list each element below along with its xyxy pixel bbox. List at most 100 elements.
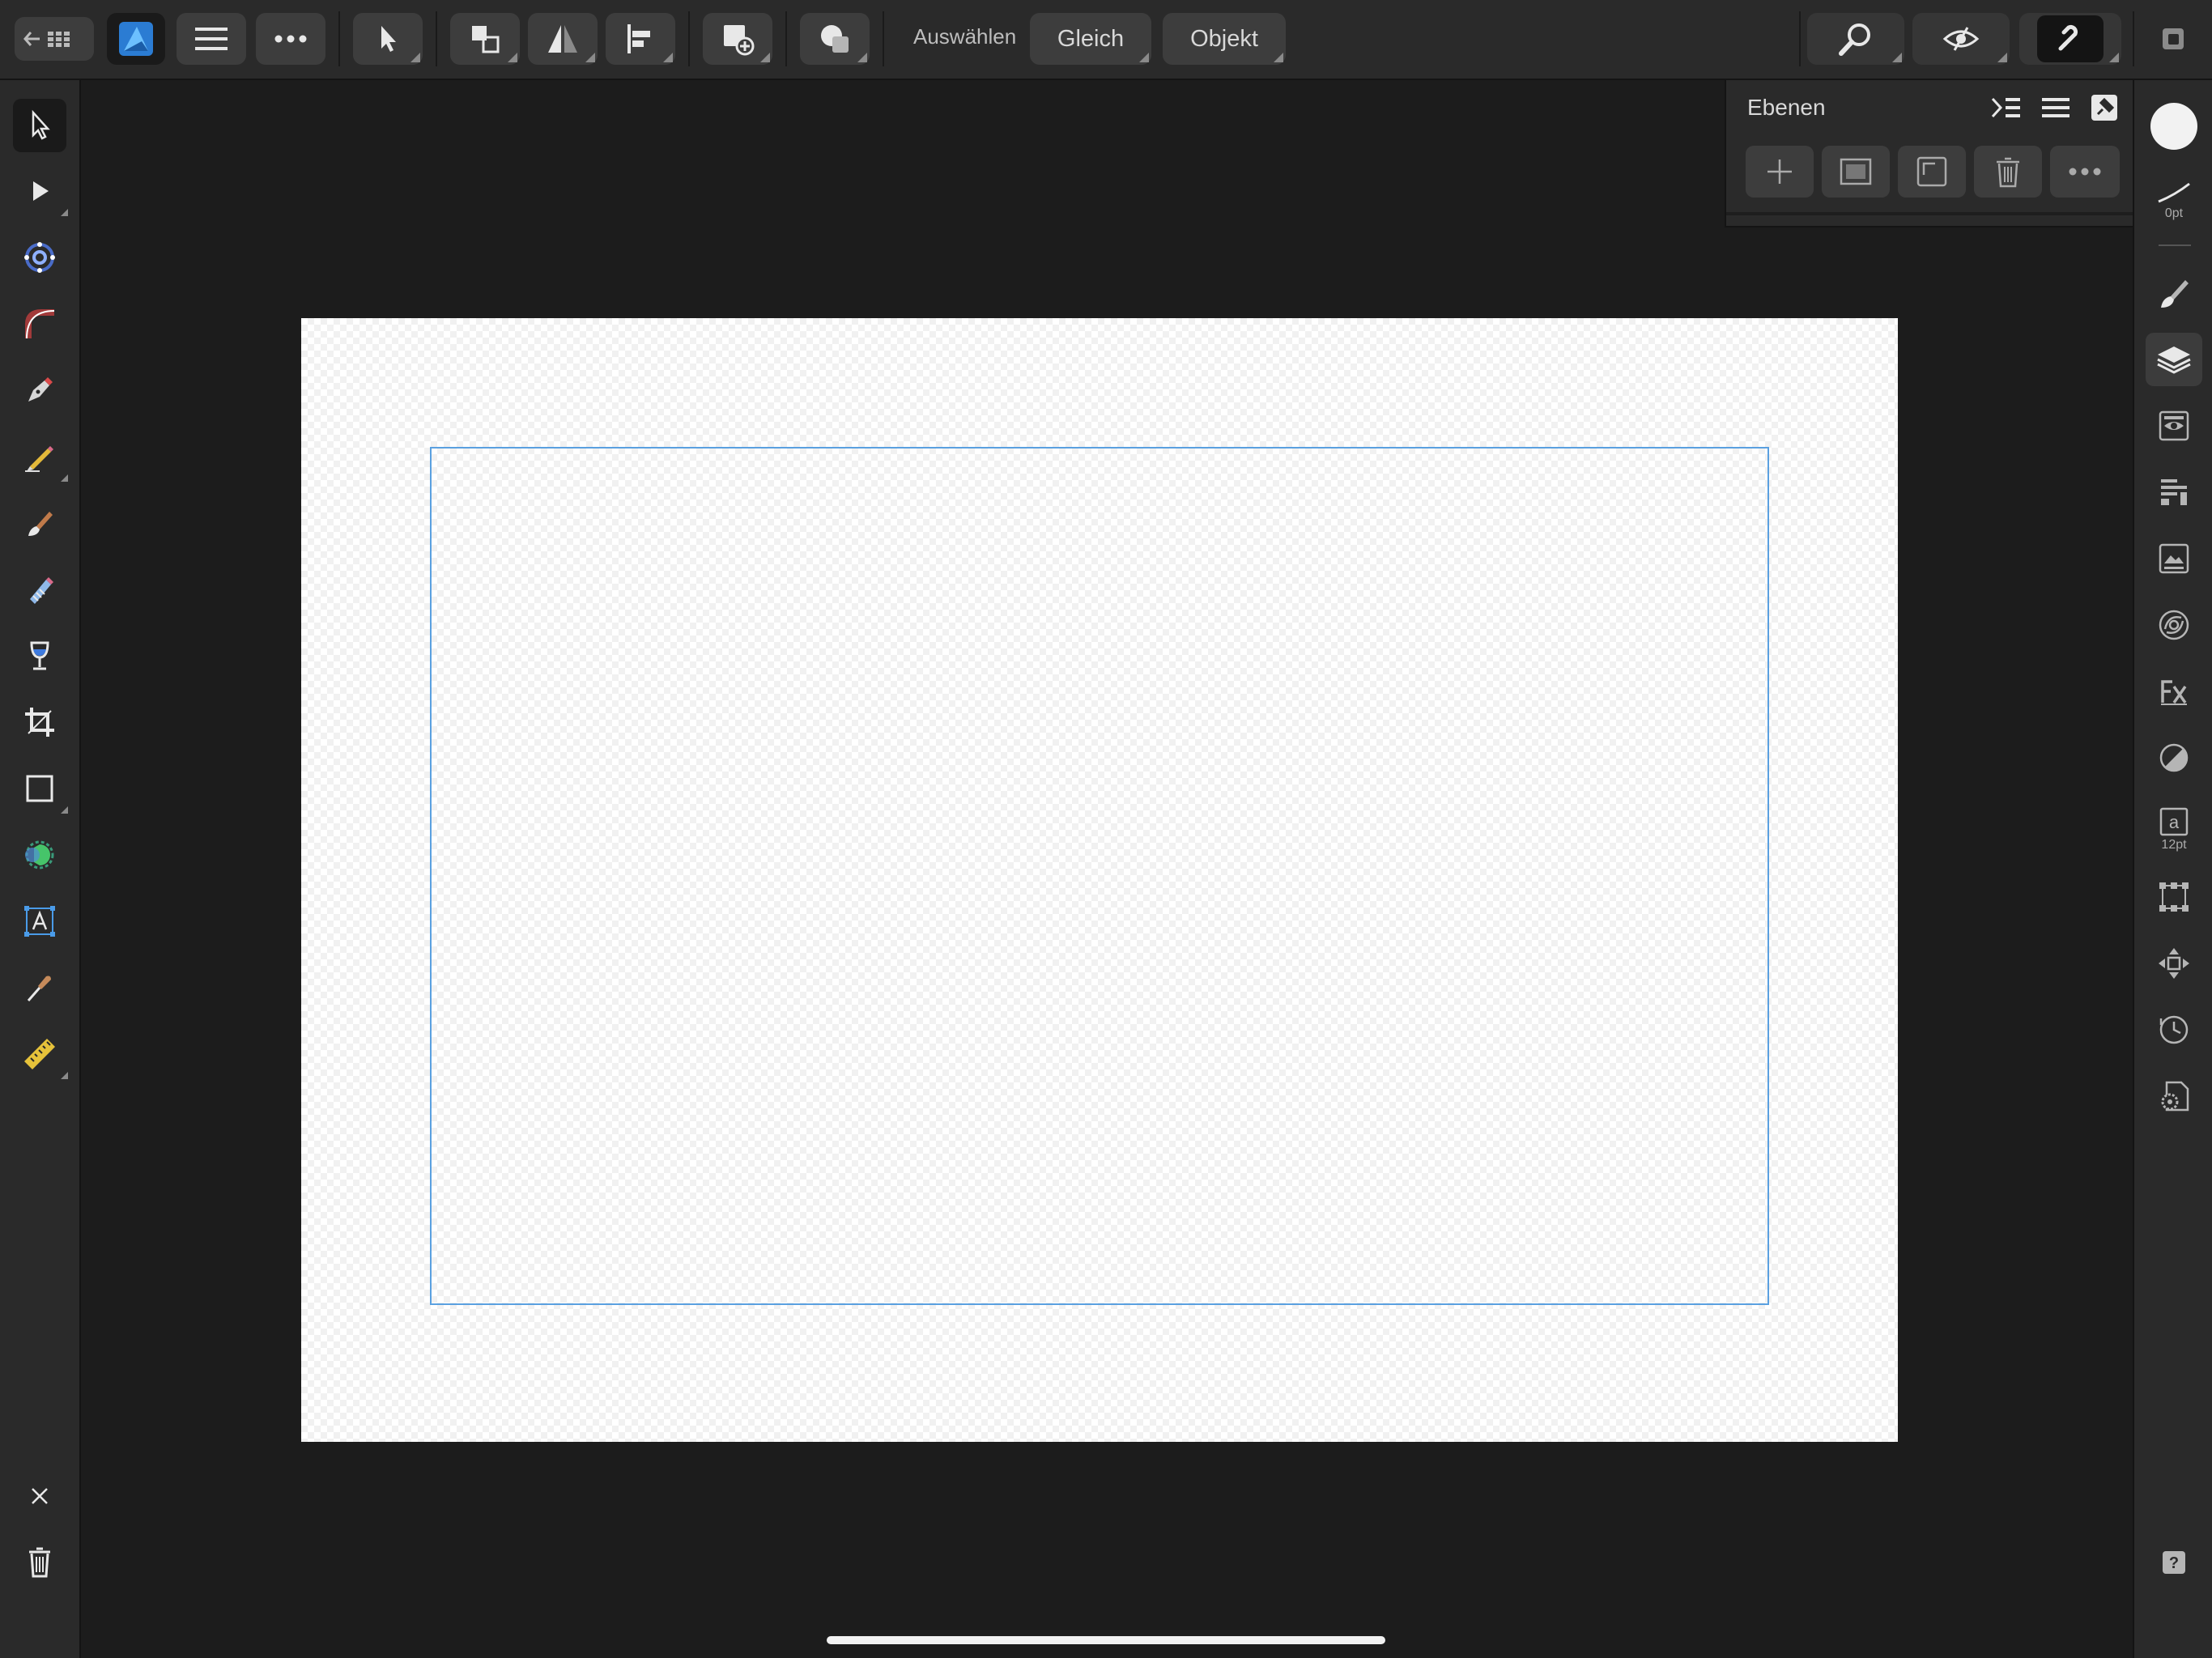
pin-icon [2091,95,2117,121]
close-tool-button[interactable] [13,1469,66,1523]
svg-text:?: ? [2169,1554,2179,1572]
menu-icon [2042,98,2069,117]
assets-panel-button[interactable] [2146,532,2202,585]
tool-contour[interactable] [13,231,66,284]
transform-panel-button[interactable] [2146,870,2202,924]
layers-panel-title: Ebenen [1747,95,1826,120]
symbols-panel-button[interactable] [2146,598,2202,652]
appearance-panel-button[interactable] [2146,399,2202,453]
add-shape-button[interactable] [703,13,772,65]
tool-node[interactable] [13,164,68,218]
artistic-text-icon [24,906,55,937]
stroke-panel-icon [2161,479,2187,505]
tool-crop[interactable] [13,695,66,749]
toolbar-separator [785,11,787,66]
tool-move[interactable] [13,99,66,152]
designer-persona-button[interactable] [107,13,165,65]
document-menu-button[interactable] [177,13,246,65]
window-icon [2163,28,2184,49]
help-button[interactable]: ? [2146,1536,2202,1589]
more-icon [2069,168,2101,176]
trash-icon [29,1547,50,1578]
move-tool-icon [32,109,50,140]
svg-text:a: a [2169,812,2180,832]
tool-color-picker[interactable] [13,961,66,1014]
fill-color-swatch[interactable] [2146,100,2202,153]
group-layers-button[interactable] [1898,146,1966,198]
window-button[interactable] [2147,13,2199,65]
fill-swatch-icon [2150,103,2197,150]
effects-panel-button[interactable] [2146,665,2202,718]
tool-fill[interactable] [13,629,66,682]
history-panel-button[interactable] [2146,1003,2202,1056]
collapse-icon [1991,97,2020,118]
menu-icon [195,28,228,50]
tool-shape-builder[interactable] [13,828,66,882]
layers-menu-button[interactable] [2040,91,2072,124]
select-same-button[interactable]: Gleich [1030,13,1151,65]
layers-panel-button[interactable] [2146,333,2202,386]
zoom-button[interactable] [1807,13,1904,65]
back-apps-button[interactable] [15,17,94,61]
node-tool-icon [33,181,49,201]
toolbar-separator [1799,11,1801,66]
tool-pen[interactable] [13,363,66,417]
delete-button[interactable] [13,1535,66,1588]
delete-layer-button[interactable] [1974,146,2042,198]
snapping-button[interactable] [2019,13,2121,65]
brush-tool-icon [28,512,53,536]
layers-pin-button[interactable] [2088,91,2121,124]
text-styles-panel-button[interactable]: a 12pt [2146,797,2202,862]
affinity-designer-icon [119,22,153,56]
stroke-panel-button[interactable] [2146,466,2202,519]
plus-icon [1767,159,1792,184]
tools-panel [0,80,81,1658]
pen-tool-icon [28,377,53,402]
select-object-button[interactable]: Objekt [1163,13,1286,65]
boolean-button[interactable] [800,13,870,65]
arrange-button[interactable] [450,13,520,65]
tool-artistic-text[interactable] [13,895,66,948]
align-button[interactable] [606,13,675,65]
rectangle-tool-icon [26,775,53,802]
toolbar-separator [436,11,437,66]
document-settings-button[interactable] [2146,1069,2202,1123]
tool-pencil[interactable] [13,430,68,483]
toolbar-separator [338,11,340,66]
text-size-label: 12pt [2161,838,2187,852]
selection-bounding-box[interactable] [430,447,1769,1305]
shape-builder-icon [25,840,54,869]
panel-divider [1726,212,2133,215]
navigator-panel-button[interactable] [2146,937,2202,990]
snapping-active-indicator [2037,15,2104,62]
tool-vector-brush[interactable] [13,496,66,550]
add-mask-button[interactable] [1822,146,1890,198]
tool-corner[interactable] [13,297,66,351]
tool-measure[interactable] [13,1027,68,1081]
layer-options-button[interactable] [2050,146,2120,198]
styles-panel-button[interactable] [2146,731,2202,784]
close-icon [32,1488,48,1504]
layers-panel: Ebenen [1725,80,2133,227]
more-button[interactable] [256,13,325,65]
history-icon [2159,1015,2189,1044]
help-icon: ? [2163,1551,2185,1574]
zoom-icon [1839,23,1870,56]
layers-collapse-button[interactable] [1990,91,2023,124]
tool-pixel[interactable] [13,563,66,616]
top-toolbar: Auswählen Gleich Objekt [0,0,2212,80]
flip-button[interactable] [528,13,598,65]
color-picker-icon [27,976,51,1001]
fill-tool-icon [30,641,49,670]
stroke-width-control[interactable]: 0pt [2146,166,2202,236]
view-mode-button[interactable] [1912,13,2010,65]
add-shape-icon [724,25,755,56]
select-tool-button[interactable] [353,13,423,65]
flip-icon [548,25,577,53]
pixel-brush-icon [30,577,53,604]
add-layer-button[interactable] [1746,146,1814,198]
tool-rectangle[interactable] [13,762,68,815]
toolbar-separator [883,11,884,66]
home-indicator[interactable] [827,1636,1385,1644]
brushes-panel-button[interactable] [2146,266,2202,320]
